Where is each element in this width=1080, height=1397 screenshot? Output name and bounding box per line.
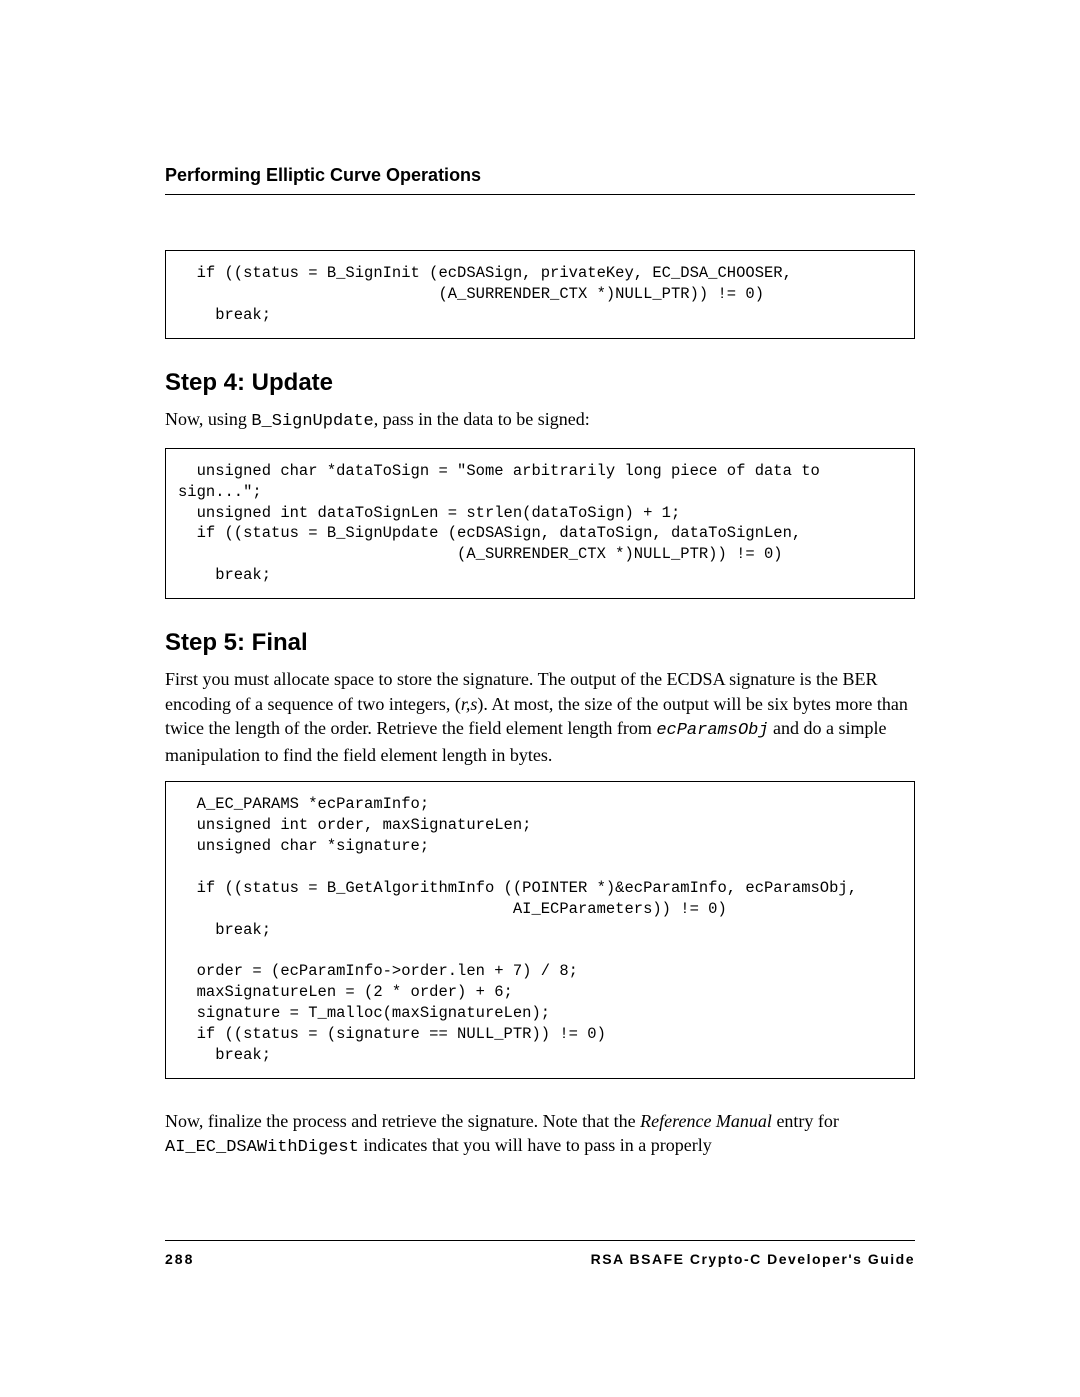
footer-rule bbox=[165, 1240, 915, 1241]
inline-italic: r,s bbox=[461, 694, 478, 714]
text: entry for bbox=[772, 1111, 839, 1131]
inline-code: B_SignUpdate bbox=[251, 412, 373, 431]
section-header: Performing Elliptic Curve Operations bbox=[165, 165, 915, 186]
step5-heading: Step 5: Final bbox=[165, 629, 915, 657]
text: , pass in the data to be signed: bbox=[374, 409, 590, 429]
step4-paragraph: Now, using B_SignUpdate, pass in the dat… bbox=[165, 407, 915, 434]
header-rule bbox=[165, 194, 915, 195]
step5-paragraph: First you must allocate space to store t… bbox=[165, 667, 915, 767]
text: Now, using bbox=[165, 409, 251, 429]
code-block-signupdate: unsigned char *dataToSign = "Some arbitr… bbox=[165, 448, 915, 600]
page-number: 288 bbox=[165, 1251, 194, 1267]
footer-row: 288 RSA BSAFE Crypto-C Developer's Guide bbox=[165, 1251, 915, 1267]
closing-paragraph: Now, finalize the process and retrieve t… bbox=[165, 1109, 915, 1160]
code-block-signinit: if ((status = B_SignInit (ecDSASign, pri… bbox=[165, 250, 915, 339]
page: Performing Elliptic Curve Operations if … bbox=[0, 0, 1080, 1397]
inline-code: AI_EC_DSAWithDigest bbox=[165, 1138, 359, 1157]
inline-italic: Reference Manual bbox=[640, 1111, 772, 1131]
step4-heading: Step 4: Update bbox=[165, 369, 915, 397]
footer-title: RSA BSAFE Crypto-C Developer's Guide bbox=[591, 1251, 915, 1267]
inline-code: ecParamsObj bbox=[656, 721, 768, 740]
text: indicates that you will have to pass in … bbox=[359, 1135, 712, 1155]
code-block-getalgorithminfo: A_EC_PARAMS *ecParamInfo; unsigned int o… bbox=[165, 781, 915, 1079]
page-footer: 288 RSA BSAFE Crypto-C Developer's Guide bbox=[165, 1240, 915, 1267]
text: Now, finalize the process and retrieve t… bbox=[165, 1111, 640, 1131]
